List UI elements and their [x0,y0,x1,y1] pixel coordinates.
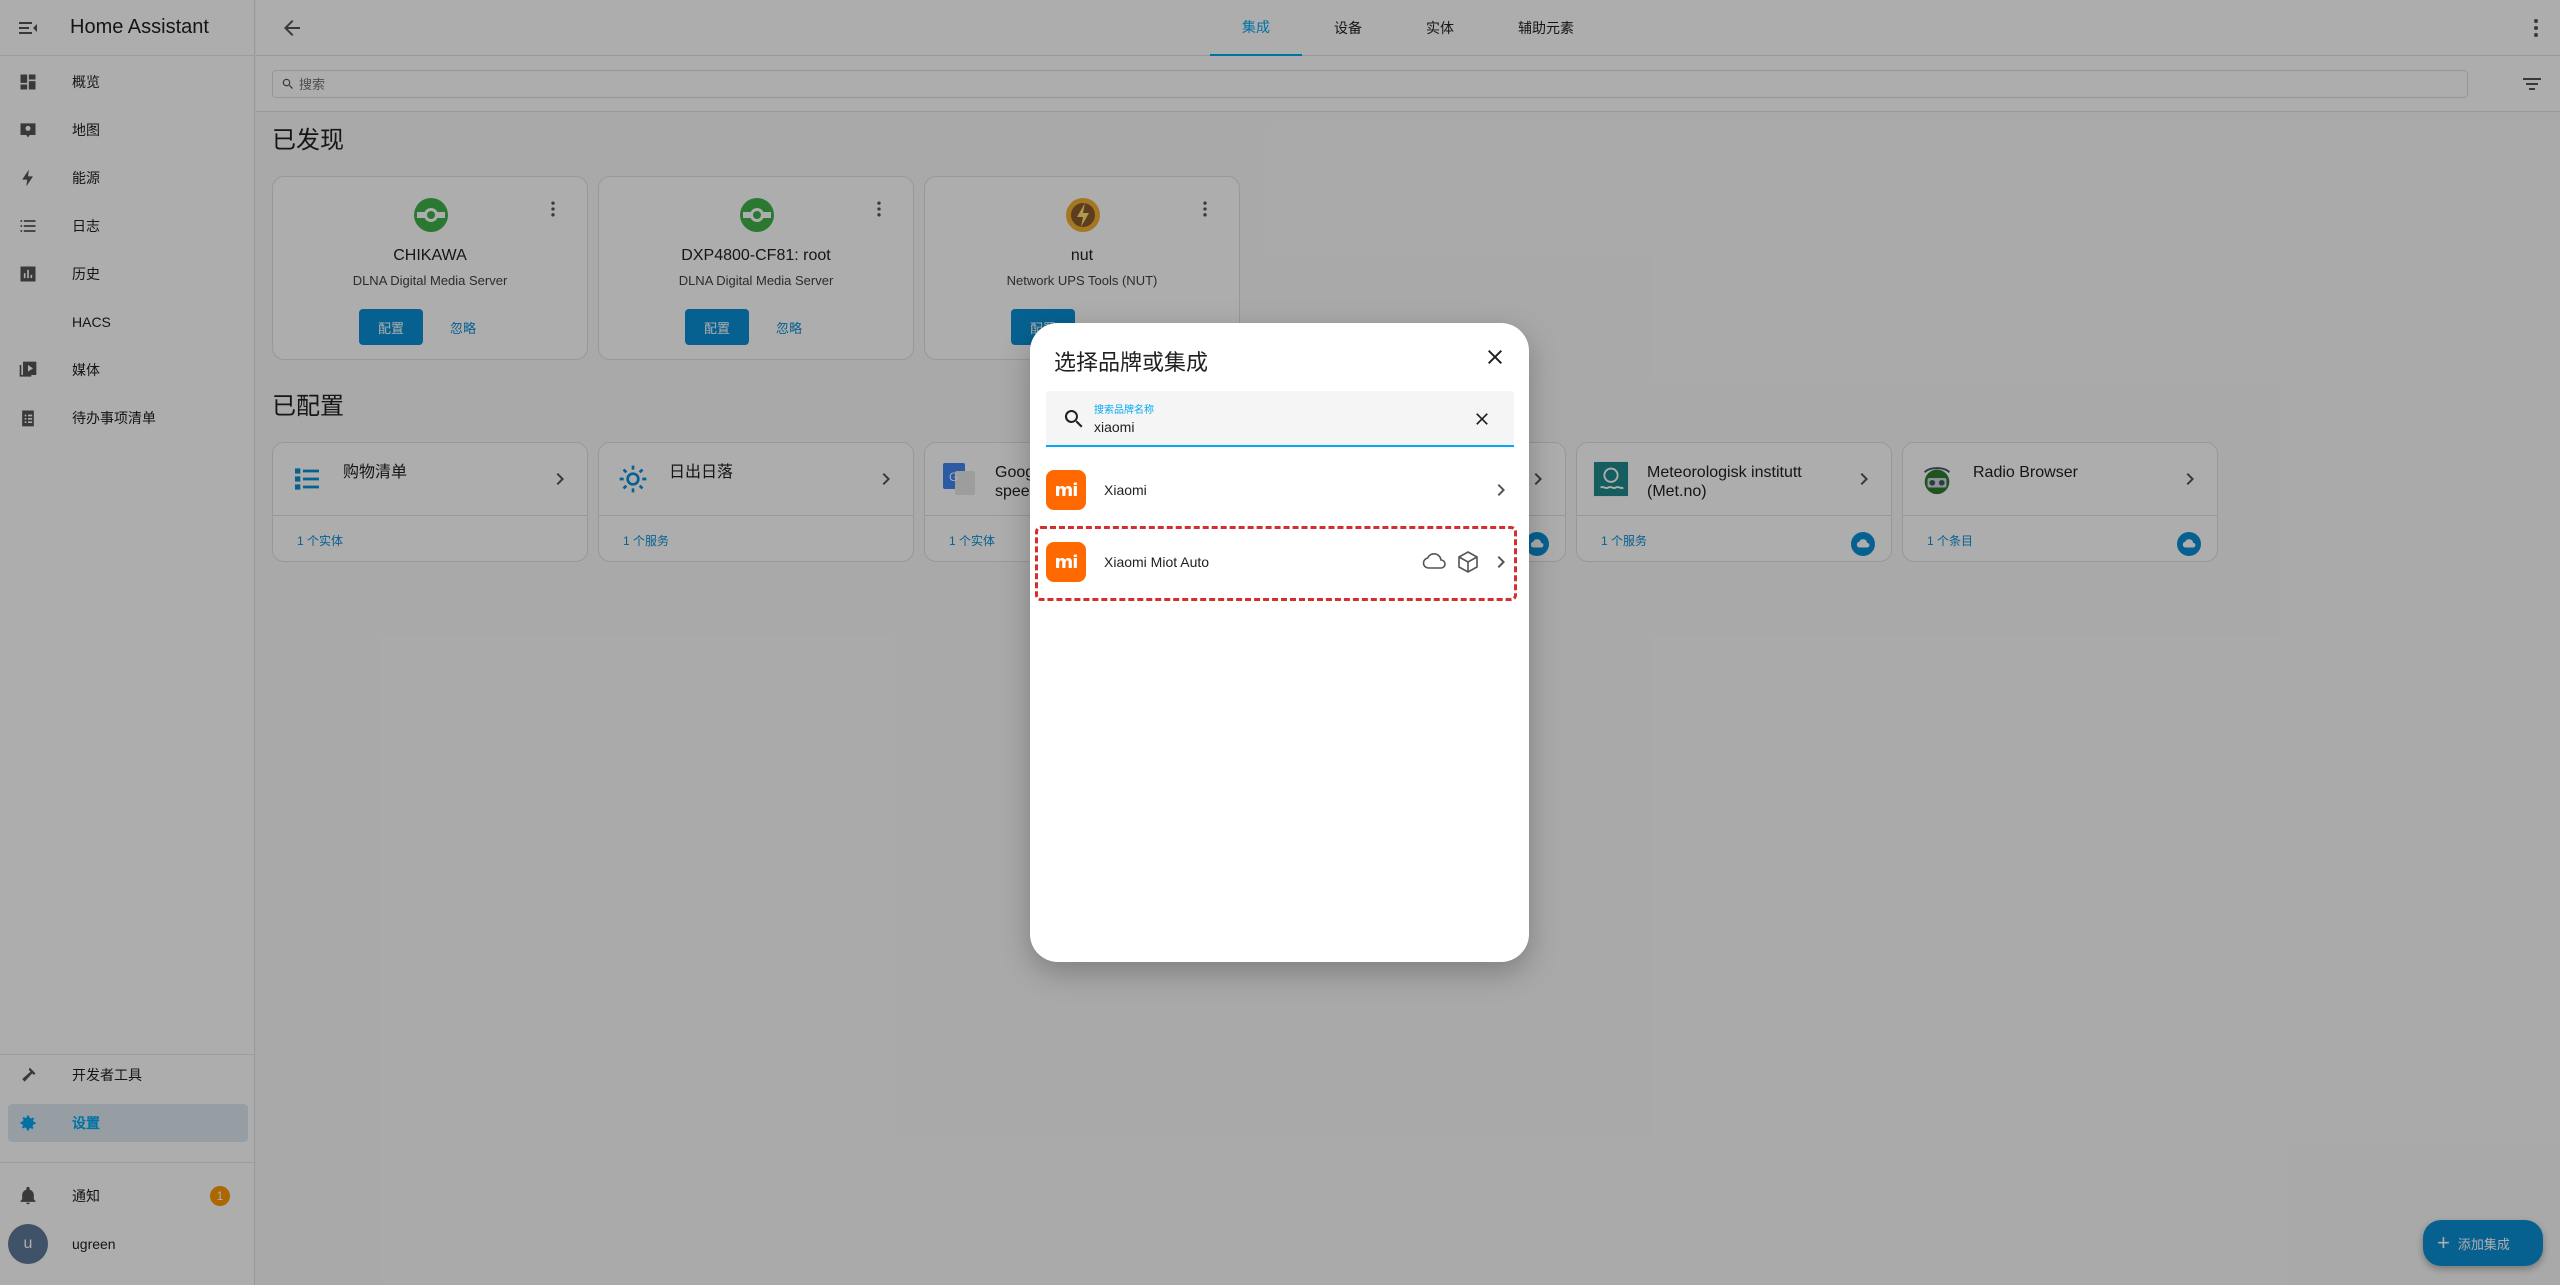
xiaomi-logo-icon: mi [1046,470,1086,510]
search-icon [1064,410,1083,428]
close-icon[interactable] [1483,345,1507,369]
brand-search-input[interactable]: xiaomi [1094,419,1134,435]
highlight-box [1035,526,1517,601]
clear-icon[interactable] [1472,409,1492,429]
brand-search-field[interactable]: 搜索品牌名称 xiaomi [1046,391,1514,447]
result-name: Xiaomi [1104,482,1147,498]
dialog-title: 选择品牌或集成 [1054,350,1209,375]
field-label: 搜索品牌名称 [1094,405,1154,416]
chevron-right-icon [1497,484,1505,496]
xiaomi-logo-text: mi [1054,479,1079,501]
brand-picker-dialog: 选择品牌或集成 搜索品牌名称 xiaomi mi Xiaomi mi Xiaom… [1030,323,1529,962]
result-item-xiaomi[interactable]: mi Xiaomi [1046,462,1514,518]
